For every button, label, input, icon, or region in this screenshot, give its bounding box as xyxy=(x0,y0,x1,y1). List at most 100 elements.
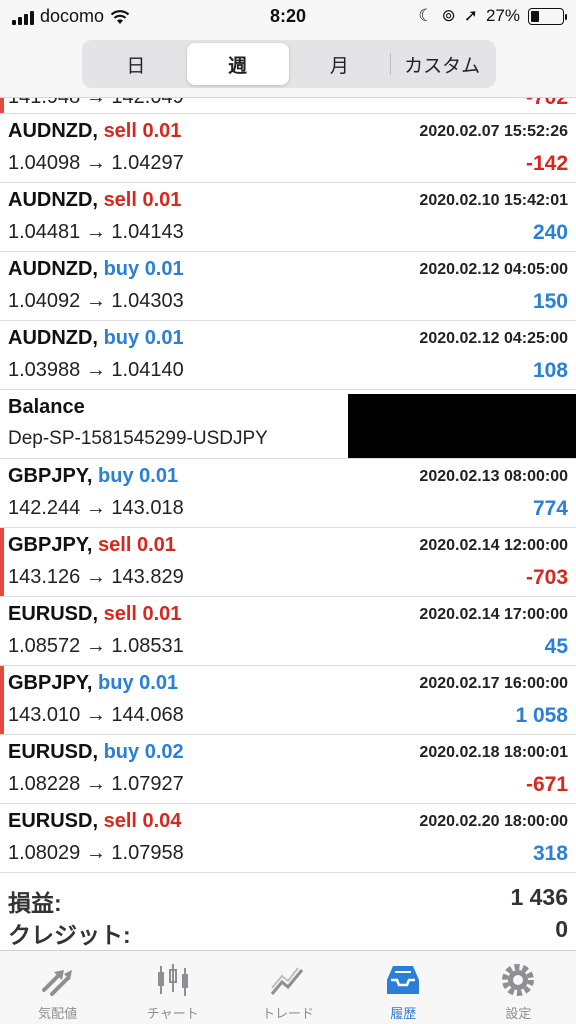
profit-summary: 損益: 1 436 xyxy=(8,884,568,916)
trade-side: sell xyxy=(103,189,137,211)
battery-icon xyxy=(528,7,567,25)
trade-row[interactable]: AUDNZD, buy 0.01 2020.02.12 04:05:00 1.040… xyxy=(0,252,576,321)
trade-icon xyxy=(270,967,304,995)
history-list[interactable]: 141.948 → 142.049 -702 AUDNZD, sell 0.01… xyxy=(0,98,576,880)
history-icon xyxy=(387,966,420,994)
trade-row[interactable]: EURUSD, sell 0.04 2020.02.20 18:00:00 1.08… xyxy=(0,804,576,873)
credit-summary: クレジット: 0 xyxy=(8,916,568,948)
trade-date: 2020.02.13 08:00:00 xyxy=(419,468,568,485)
trade-side: sell xyxy=(103,603,137,625)
balance-comment: Dep-SP-1581545299-USDJPY xyxy=(8,428,268,449)
trade-prices: 1.08572 → 1.08531 xyxy=(8,635,184,657)
summary-panel: 損益: 1 436 クレジット: 0 xyxy=(0,880,576,950)
tab-chart-label: チャート xyxy=(146,1006,199,1021)
trade-side: buy xyxy=(98,465,134,487)
list-item[interactable]: 141.948 → 142.049 -702 xyxy=(0,98,576,114)
redacted-block xyxy=(348,394,576,458)
period-segmented-control: 日 週 月 カスタム xyxy=(82,40,496,88)
trade-volume: 0.01 xyxy=(144,327,184,349)
trade-date: 2020.02.14 12:00:00 xyxy=(419,537,568,554)
trade-symbol: EURUSD, sell 0.01 xyxy=(8,603,181,626)
tab-trade[interactable]: トレード xyxy=(230,951,345,1024)
tab-settings[interactable]: 設定 xyxy=(461,951,576,1024)
symbol-name: EURUSD, xyxy=(8,810,99,832)
rotation-lock-icon: ⊚ xyxy=(441,6,456,25)
symbol-name: GBPJPY, xyxy=(8,534,93,556)
trade-symbol: GBPJPY, sell 0.01 xyxy=(8,534,176,557)
trade-prices: 1.03988 → 1.04140 xyxy=(8,359,184,381)
chart-icon xyxy=(157,964,188,996)
symbol-name: GBPJPY, xyxy=(8,672,93,694)
tab-chart[interactable]: チャート xyxy=(115,951,230,1024)
battery-level xyxy=(531,10,540,22)
tab-quotes[interactable]: 気配値 xyxy=(0,951,115,1024)
trade-date: 2020.02.18 18:00:01 xyxy=(419,744,568,761)
trade-date: 2020.02.20 18:00:00 xyxy=(419,813,568,830)
tab-quotes-label: 気配値 xyxy=(38,1006,78,1021)
trade-profit: 240 xyxy=(532,221,568,244)
trade-row[interactable]: AUDNZD, sell 0.01 2020.02.07 15:52:26 1.04… xyxy=(0,114,576,183)
trade-date: 2020.02.14 17:00:00 xyxy=(419,606,568,623)
trade-volume: 0.01 xyxy=(136,534,176,556)
trade-row[interactable]: AUDNZD, buy 0.01 2020.02.12 04:25:00 1.039… xyxy=(0,321,576,390)
trade-profit: 108 xyxy=(532,359,568,382)
trade-volume: 0.01 xyxy=(142,120,182,142)
status-right: ☾ ⊚ ➚ 27% xyxy=(418,6,567,26)
trade-row[interactable]: GBPJPY, buy 0.01 2020.02.17 16:00:00 143.0… xyxy=(0,666,576,735)
trade-side: sell xyxy=(103,120,137,142)
balance-title: Balance xyxy=(8,396,85,418)
trade-row[interactable]: GBPJPY, buy 0.01 2020.02.13 08:00:00 142.2… xyxy=(0,459,576,528)
trade-symbol: AUDNZD, buy 0.01 xyxy=(8,258,184,281)
symbol-name: GBPJPY, xyxy=(8,465,93,487)
trade-volume: 0.01 xyxy=(142,189,182,211)
trade-volume: 0.01 xyxy=(144,258,184,280)
trade-volume: 0.02 xyxy=(144,741,184,763)
trade-prices: 1.08029 → 1.07958 xyxy=(8,842,184,864)
tab-week[interactable]: 週 xyxy=(186,43,289,85)
trade-prices: 1.04098 → 1.04297 xyxy=(8,152,184,174)
symbol-name: AUDNZD, xyxy=(8,120,98,142)
battery-percent: 27% xyxy=(485,6,520,25)
tab-trade-label: トレード xyxy=(262,1006,315,1021)
trade-volume: 0.01 xyxy=(139,465,179,487)
trade-side: buy xyxy=(103,258,140,280)
trade-prices: 1.04481 → 1.04143 xyxy=(8,221,184,243)
balance-row[interactable]: Balance Dep-SP-1581545299-USDJPY xyxy=(0,390,576,459)
loss-marker xyxy=(0,666,4,734)
tab-day[interactable]: 日 xyxy=(85,43,187,85)
location-icon: ➚ xyxy=(463,6,478,25)
trade-profit: -142 xyxy=(525,152,568,175)
trade-profit: 150 xyxy=(532,290,568,313)
tab-history-label: 履歴 xyxy=(390,1006,417,1021)
tab-settings-label: 設定 xyxy=(505,1006,532,1021)
trade-date: 2020.02.12 04:05:00 xyxy=(419,261,568,278)
trade-symbol: AUDNZD, buy 0.01 xyxy=(8,327,184,350)
credit-label: クレジット: xyxy=(8,922,131,948)
credit-value: 0 xyxy=(555,916,568,942)
trade-row[interactable]: AUDNZD, sell 0.01 2020.02.10 15:42:01 1.04… xyxy=(0,183,576,252)
trade-row[interactable]: EURUSD, sell 0.01 2020.02.14 17:00:00 1.08… xyxy=(0,597,576,666)
trade-prices: 1.04092 → 1.04303 xyxy=(8,290,184,312)
tab-history[interactable]: 履歴 xyxy=(346,951,461,1024)
trade-volume: 0.01 xyxy=(139,672,179,694)
trade-profit: 45 xyxy=(544,635,568,658)
trade-row[interactable]: GBPJPY, sell 0.01 2020.02.14 12:00:00 143.… xyxy=(0,528,576,597)
tab-custom[interactable]: カスタム xyxy=(391,43,493,85)
period-header: 日 週 月 カスタム xyxy=(0,34,576,98)
trade-side: buy xyxy=(98,672,134,694)
trade-date: 2020.02.07 15:52:26 xyxy=(419,123,568,140)
tab-month[interactable]: 月 xyxy=(289,43,391,85)
trade-symbol: GBPJPY, buy 0.01 xyxy=(8,465,178,488)
symbol-name: EURUSD, xyxy=(8,603,99,625)
trade-prices: 1.08228 → 1.07927 xyxy=(8,773,184,795)
trade-row[interactable]: EURUSD, buy 0.02 2020.02.18 18:00:01 1.082… xyxy=(0,735,576,804)
trade-date: 2020.02.12 04:25:00 xyxy=(419,330,568,347)
trade-symbol: AUDNZD, sell 0.01 xyxy=(8,120,181,143)
profit-value: 1 436 xyxy=(510,884,568,910)
trade-profit: -702 xyxy=(526,98,568,110)
symbol-name: EURUSD, xyxy=(8,741,99,763)
trade-prices: 143.126 → 143.829 xyxy=(8,566,184,588)
trade-profit: 318 xyxy=(532,842,568,865)
trade-symbol: GBPJPY, buy 0.01 xyxy=(8,672,178,695)
status-bar: docomo 8:20 ☾ ⊚ ➚ 27% xyxy=(0,0,576,34)
